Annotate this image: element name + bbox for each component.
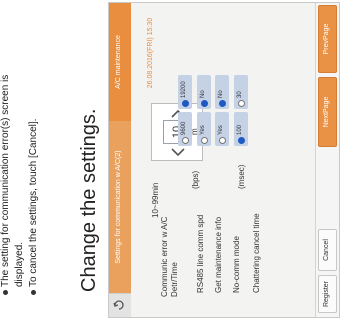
comm-error-label: Communic error w A/C — [160, 216, 169, 297]
chatter-30-label: 30 — [237, 91, 243, 98]
radio-icon — [201, 137, 208, 144]
chatter-100-label: 100 — [237, 124, 243, 135]
screen-title-bar: A/C maintenance — [109, 3, 131, 121]
instruction-text: displayed. — [14, 241, 25, 287]
maintenance-option-no[interactable]: No — [197, 75, 211, 109]
radio-icon — [182, 137, 189, 144]
rs485-opt-9600-label: 9600 — [181, 121, 187, 135]
comm-error-label-2: Detr/Time — [170, 262, 179, 297]
comm-error-stepper[interactable]: 10 m — [151, 103, 203, 161]
instruction-bullet-2: To cancel the settings, touch [Cancel]. — [28, 25, 40, 295]
nocomm-option-yes[interactable]: Yes — [215, 112, 229, 146]
register-button[interactable]: Register — [318, 275, 337, 313]
maint-no-label: No — [200, 90, 206, 98]
rs485-label: RS485 line comm spd — [196, 214, 205, 293]
maintenance-option-yes[interactable]: Yes — [197, 112, 211, 146]
bottom-nav: PrevPage NextPage Cancel Register — [315, 3, 339, 317]
radio-icon — [219, 137, 226, 144]
instruction-bullet-1-cont: displayed. — [14, 25, 26, 295]
nocomm-no-label: No — [218, 90, 224, 98]
screen-subtitle-bar: Settings for communication w A/C(2) — [109, 121, 131, 293]
nocomm-label: No-comm mode — [232, 236, 241, 293]
cancel-label: Cancel — [323, 239, 330, 261]
nocomm-yes-label: Yes — [218, 125, 224, 135]
screen-title: A/C maintenance — [115, 35, 122, 89]
register-label: Register — [323, 280, 330, 308]
home-button[interactable] — [109, 293, 131, 317]
comm-error-range: 10~99min — [151, 182, 160, 218]
instruction-text: To cancel the settings, touch [Cancel]. — [28, 118, 39, 287]
chattering-label: Chattering cancel time — [252, 213, 261, 293]
prev-page-button[interactable]: PrevPage — [318, 5, 337, 73]
rs485-unit: (bps) — [191, 170, 200, 189]
rs485-option-19200[interactable]: 19200 — [178, 75, 192, 109]
datetime-display: 26.08.2016(FRI) 15:30 — [147, 17, 154, 89]
radio-selected-icon — [219, 100, 226, 107]
screen-subtitle: Settings for communication w A/C(2) — [115, 150, 122, 264]
rs485-option-9600[interactable]: 9600 — [178, 112, 192, 146]
rs485-opt-19200-label: 19200 — [181, 81, 187, 98]
chattering-option-100[interactable]: 100 — [234, 112, 248, 146]
settings-panel: 26.08.2016(FRI) 15:30 Communic error w A… — [131, 3, 315, 317]
chattering-unit: (msec) — [237, 164, 246, 189]
radio-icon — [238, 100, 245, 107]
next-page-label: NextPage — [323, 96, 330, 128]
bullet-icon — [2, 290, 8, 295]
radio-selected-icon — [182, 100, 189, 107]
radio-selected-icon — [238, 137, 245, 144]
maint-yes-label: Yes — [200, 125, 206, 135]
radio-selected-icon — [201, 100, 208, 107]
decrease-arrow-icon[interactable] — [170, 147, 186, 157]
maintenance-label: Get maintenance info — [214, 216, 223, 293]
next-page-button[interactable]: NextPage — [318, 77, 337, 147]
prev-page-label: PrevPage — [323, 23, 330, 55]
chattering-option-30[interactable]: 30 — [234, 75, 248, 109]
section-heading: Change the settings. — [78, 108, 100, 292]
device-screen: A/C maintenance Settings for communicati… — [108, 2, 340, 318]
cancel-button[interactable]: Cancel — [318, 229, 337, 271]
bullet-icon — [30, 290, 36, 295]
instruction-text: The setting for communication error(s) s… — [0, 74, 11, 287]
nocomm-option-no[interactable]: No — [215, 75, 229, 109]
instruction-bullet-1: The setting for communication error(s) s… — [0, 25, 12, 295]
refresh-icon — [113, 300, 124, 310]
